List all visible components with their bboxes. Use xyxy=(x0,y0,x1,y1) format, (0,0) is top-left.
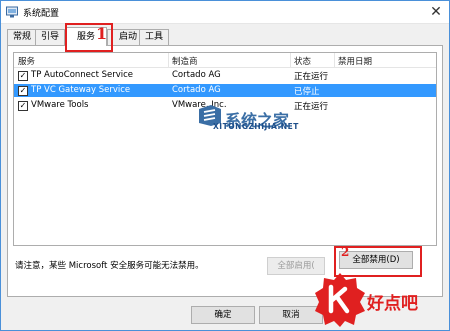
service-checkbox[interactable]: ✓ xyxy=(18,71,28,81)
service-checkbox[interactable]: ✓ xyxy=(18,101,28,111)
step-1-badge: 1 xyxy=(96,24,108,43)
list-header: 服务 制造商 状态 禁用日期 xyxy=(14,53,436,68)
service-name: TP VC Gateway Service xyxy=(31,85,131,95)
tab-tools[interactable]: 工具 xyxy=(139,29,169,45)
close-button[interactable]: ✕ xyxy=(427,3,445,21)
header-manufacturer[interactable]: 制造商 xyxy=(172,55,198,67)
header-disabled-date[interactable]: 禁用日期 xyxy=(338,55,372,67)
step-2-badge: 2 xyxy=(341,245,350,259)
service-status: 已停止 xyxy=(294,87,320,97)
tab-boot[interactable]: 引导 xyxy=(35,29,65,45)
watermark-site-url: XITONGZHIJIA.NET xyxy=(213,122,299,131)
header-service[interactable]: 服务 xyxy=(18,55,35,67)
tab-startup[interactable]: 启动 xyxy=(107,29,141,45)
system-config-window: 系统配置 ✕ 常规 引导 服务 启动 工具 1 服务 制造商 状态 禁用日期 ✓… xyxy=(0,0,450,331)
service-checkbox[interactable]: ✓ xyxy=(18,86,28,96)
system-config-icon xyxy=(6,6,18,18)
service-name: VMware Tools xyxy=(31,100,89,110)
service-manufacturer: Cortado AG xyxy=(172,70,221,80)
header-status[interactable]: 状态 xyxy=(294,55,311,67)
header-divider xyxy=(290,53,291,67)
service-status: 正在运行 xyxy=(294,102,329,112)
service-status: 正在运行 xyxy=(294,72,329,82)
brand-logo-icon xyxy=(315,273,365,327)
tab-general[interactable]: 常规 xyxy=(7,29,37,45)
service-name: TP AutoConnect Service xyxy=(31,70,134,80)
service-manufacturer: Cortado AG xyxy=(172,85,221,95)
header-divider xyxy=(168,53,169,67)
security-services-note: 请注意，某些 Microsoft 安全服务可能无法禁用。 xyxy=(15,261,204,271)
table-row[interactable]: ✓ TP AutoConnect Service Cortado AG 正在运行 xyxy=(14,69,436,82)
services-list[interactable]: 服务 制造商 状态 禁用日期 ✓ TP AutoConnect Service … xyxy=(13,52,437,246)
window-title: 系统配置 xyxy=(23,9,60,19)
header-divider xyxy=(334,53,335,67)
ok-button[interactable]: 确定 xyxy=(191,306,255,324)
watermark-brand-name: 好点吧 xyxy=(367,294,418,314)
title-bar: 系统配置 ✕ xyxy=(1,1,449,24)
table-row[interactable]: ✓ TP VC Gateway Service Cortado AG 已停止 xyxy=(14,84,436,97)
